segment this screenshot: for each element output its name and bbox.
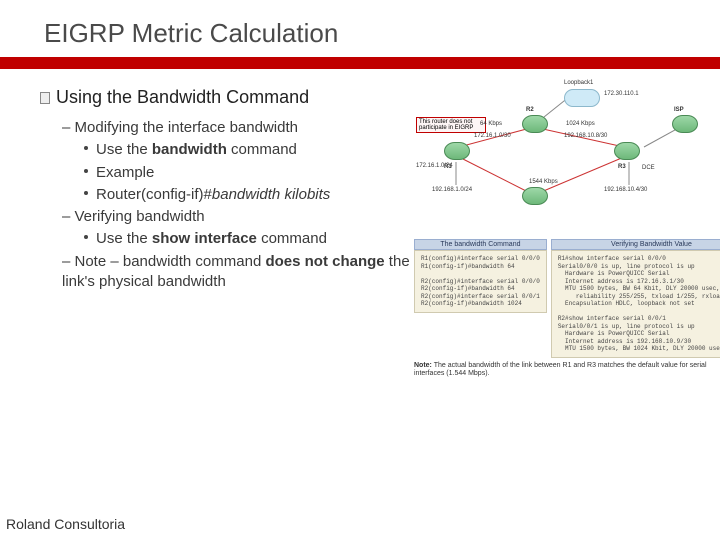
router-isp-icon (672, 115, 698, 133)
network-diagram: This router does not participate in EIGR… (414, 87, 704, 237)
section-heading: Using the Bandwidth Command (40, 87, 410, 108)
label-dce: DCE (642, 165, 655, 171)
content-row: Using the Bandwidth Command – Modifying … (0, 69, 720, 378)
dash-item: – Note – bandwidth command does not chan… (62, 252, 410, 293)
panel-right-body: R1#show interface serial 0/0/0 Serial0/0… (551, 250, 720, 358)
left-column: Using the Bandwidth Command – Modifying … (40, 87, 410, 378)
section-text: Using the Bandwidth Command (56, 87, 309, 107)
bullet-item: Example (84, 163, 410, 183)
label-r2: R2 (526, 107, 534, 113)
dot-icon (84, 191, 88, 195)
right-column: This router does not participate in EIGR… (410, 87, 710, 378)
diagram-lines-icon (414, 87, 704, 237)
dot-icon (84, 235, 88, 239)
note-caption: Note: Note: The actual bandwidth of the … (414, 362, 710, 379)
label-net4: 192.168.1.0/24 (432, 187, 472, 193)
panel-left-body: R1(config)#interface serial 0/0/0 R1(con… (414, 250, 547, 313)
panel-right: Verifying Bandwidth Value R1#show interf… (551, 239, 720, 358)
router-bottom-icon (522, 187, 548, 205)
dot-icon (84, 169, 88, 173)
accent-bar (0, 57, 720, 69)
label-r3: R3 (618, 164, 626, 170)
panel-left: The bandwidth Command R1(config)#interfa… (414, 239, 547, 358)
router-r3-icon (614, 142, 640, 160)
dash-item: – Modifying the interface bandwidth (62, 118, 410, 138)
panel-row: The bandwidth Command R1(config)#interfa… (414, 239, 710, 358)
label-loopback: Loopback1 (564, 80, 593, 86)
dash-item: – Verifying bandwidth (62, 207, 410, 227)
sub-list: – Modifying the interface bandwidth Use … (62, 118, 410, 292)
bullet-text: Example (96, 163, 366, 183)
bullet-item: Use the bandwidth command (84, 140, 410, 160)
bullet-text: Router(config-if)#bandwidth kilobits (96, 185, 366, 205)
label-isp: ISP (674, 107, 684, 113)
label-net2: 192.168.10.8/30 (564, 133, 607, 139)
label-speed3: 1544 Kbps (529, 179, 558, 185)
label-net5: 192.168.10.4/30 (604, 187, 647, 193)
red-note-box: This router does not participate in EIGR… (416, 117, 486, 133)
dot-icon (84, 146, 88, 150)
bullet-text: Use the show interface command (96, 229, 366, 249)
label-net1: 172.16.1.0/30 (474, 133, 511, 139)
panel-right-header: Verifying Bandwidth Value (551, 239, 720, 250)
bullet-item: Router(config-if)#bandwidth kilobits (84, 185, 410, 205)
label-net3: 172.16.1.0/24 (416, 163, 453, 169)
cloud-loopback-icon (564, 89, 600, 107)
bullet-item: Use the show interface command (84, 229, 410, 249)
slide-title: EIGRP Metric Calculation (0, 0, 720, 57)
label-speed2: 1024 Kbps (566, 121, 595, 127)
footer-brand: Roland Consultoria (6, 516, 125, 532)
label-speed1: 64 Kbps (480, 121, 502, 127)
router-r2-icon (522, 115, 548, 133)
panel-left-header: The bandwidth Command (414, 239, 547, 250)
router-r1-icon (444, 142, 470, 160)
label-loopback-ip: 172.30.110.1 (604, 91, 639, 97)
bullet-text: Use the bandwidth command (96, 140, 366, 160)
bullet-square-icon (40, 92, 50, 104)
